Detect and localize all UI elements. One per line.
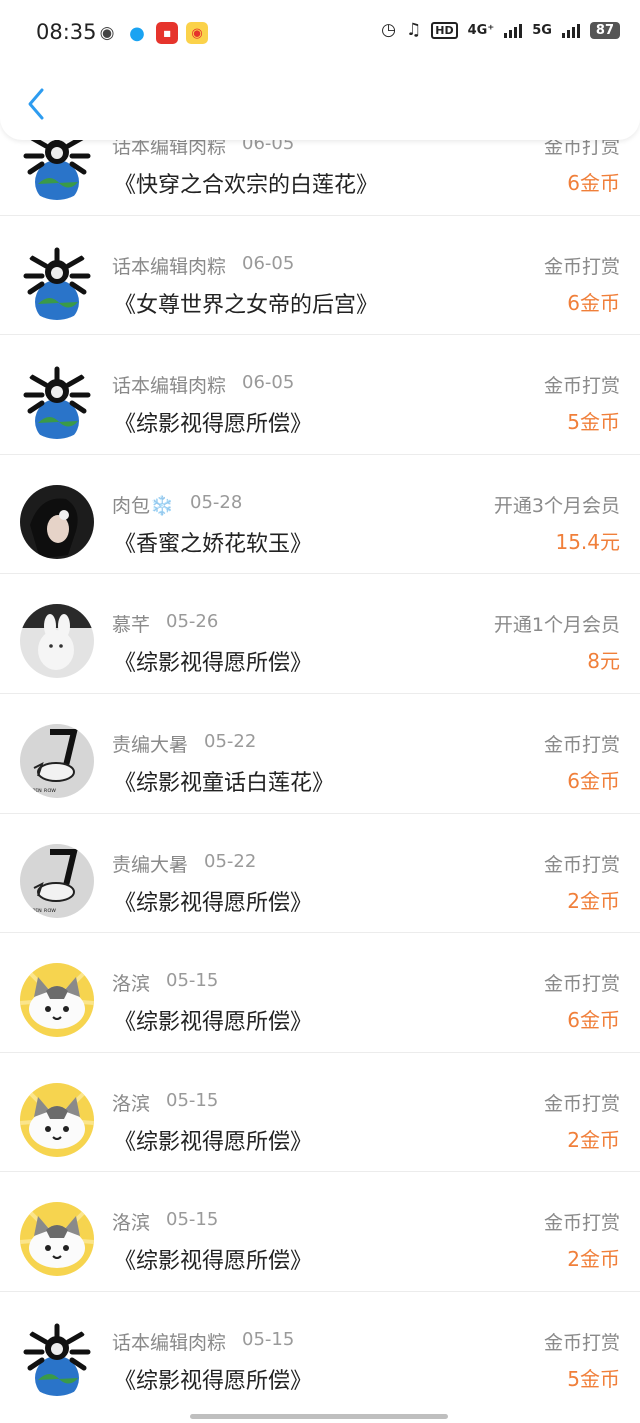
reward-date: 05-22 (204, 730, 257, 752)
avatar[interactable]: ɑɪɴ ʀɑᴡ (20, 723, 94, 798)
avatar[interactable] (20, 604, 94, 679)
avatar[interactable] (20, 1321, 94, 1396)
alarm-icon: ◷ (381, 20, 397, 40)
author-name: 话本编辑肉粽 (112, 375, 227, 398)
list-item[interactable]: ɑɪɴ ʀɑᴡ 责编大暑 05-22 《综影视童话白莲花》 金币打赏 6金币 (0, 694, 640, 814)
notification-icons: ◉ ● ■ ◉ (96, 22, 208, 44)
reward-list: 话本编辑肉粽 06-05 《快穿之合欢宗的白莲花》 金币打赏 6金币 话本编辑肉粽 06-0… (0, 96, 640, 1412)
author-name: 话本编辑肉粽 (112, 1331, 227, 1354)
reward-date: 05-28 (190, 491, 243, 513)
reward-amount: 2金币 (567, 888, 620, 913)
avatar[interactable] (20, 1202, 94, 1277)
list-item[interactable]: 话本编辑肉粽 05-15 《综影视得愿所偿》 金币打赏 5金币 (0, 1292, 640, 1412)
reward-type: 金币打赏 (543, 375, 620, 398)
list-item[interactable]: 洛滨 05-15 《综影视得愿所偿》 金币打赏 2金币 (0, 1053, 640, 1173)
book-title[interactable]: 《综影视得愿所偿》 (114, 645, 312, 677)
book-title[interactable]: 《综影视得愿所偿》 (114, 1243, 312, 1275)
book-title[interactable]: 《香蜜之娇花软玉》 (114, 526, 312, 558)
weibo-icon: ◉ (186, 22, 208, 44)
reward-date: 05-15 (242, 1328, 295, 1350)
list-item[interactable]: 洛滨 05-15 《综影视得愿所偿》 金币打赏 2金币 (0, 1172, 640, 1292)
list-item[interactable]: 洛滨 05-15 《综影视得愿所偿》 金币打赏 6金币 (0, 933, 640, 1053)
qq-icon: ● (129, 22, 145, 44)
reward-date: 05-15 (166, 970, 219, 992)
author-name: 话本编辑肉粽 (112, 255, 227, 278)
avatar[interactable] (20, 1082, 94, 1157)
wechat-icon: ◉ (99, 23, 115, 43)
reward-type: 开通1个月会员 (493, 614, 620, 637)
reward-amount: 5金币 (567, 1366, 620, 1391)
reward-date: 05-26 (166, 611, 219, 633)
author-name: 洛滨 (112, 1212, 151, 1235)
status-indicators: ◷ ♫ HD 4G⁺ 5G 87 (381, 20, 620, 40)
author-name: 慕芊 (112, 614, 151, 637)
reward-date: 06-05 (242, 252, 295, 274)
signal-4g-icon (504, 22, 523, 38)
reward-amount: 6金币 (567, 171, 620, 195)
avatar[interactable] (20, 963, 94, 1038)
book-title[interactable]: 《综影视得愿所偿》 (114, 406, 312, 438)
list-item[interactable]: 慕芊 05-26 《综影视得愿所偿》 开通1个月会员 8元 (0, 574, 640, 694)
reward-type: 金币打赏 (543, 1092, 620, 1115)
reward-date: 05-15 (166, 1209, 219, 1231)
signal-5g-icon (561, 22, 580, 38)
reward-amount: 6金币 (567, 768, 620, 793)
battery-indicator: 87 (589, 21, 620, 39)
avatar[interactable] (20, 365, 94, 440)
reward-type: 金币打赏 (543, 1331, 620, 1354)
reward-amount: 6金币 (567, 1008, 620, 1033)
avatar[interactable] (20, 484, 94, 559)
svg-text:ɑɪɴ ʀɑᴡ: ɑɪɴ ʀɑᴡ (32, 787, 56, 794)
hd-badge: HD (431, 21, 458, 39)
reward-amount: 6金币 (567, 290, 620, 315)
book-title[interactable]: 《快穿之合欢宗的白莲花》 (114, 167, 378, 199)
reward-type: 金币打赏 (543, 733, 620, 756)
status-bar: 08:35 ◉ ● ■ ◉ ◷ ♫ HD 4G⁺ 5G 87 (0, 0, 640, 68)
status-time: 08:35 (36, 20, 97, 44)
svg-text:ɑɪɴ ʀɑᴡ: ɑɪɴ ʀɑᴡ (32, 907, 56, 914)
home-indicator[interactable] (190, 1414, 448, 1419)
author-name: 肉包❄️ (112, 494, 174, 517)
mute-bell-icon: ♫ (406, 20, 422, 40)
nav-bar (0, 68, 640, 140)
reward-type: 金币打赏 (543, 973, 620, 996)
book-title[interactable]: 《综影视得愿所偿》 (114, 1004, 312, 1036)
red-app-icon: ■ (156, 22, 178, 44)
reward-type: 金币打赏 (543, 255, 620, 278)
author-name: 洛滨 (112, 973, 151, 996)
back-button[interactable] (20, 82, 56, 126)
book-title[interactable]: 《综影视得愿所偿》 (114, 885, 312, 917)
reward-type: 金币打赏 (543, 853, 620, 876)
reward-date: 06-05 (242, 372, 295, 394)
reward-type: 开通3个月会员 (493, 494, 620, 517)
list-item[interactable]: ɑɪɴ ʀɑᴡ 责编大暑 05-22 《综影视得愿所偿》 金币打赏 2金币 (0, 814, 640, 934)
reward-date: 05-22 (204, 850, 257, 872)
reward-type: 金币打赏 (543, 1212, 620, 1235)
network-5g: 5G (532, 22, 552, 38)
author-name: 洛滨 (112, 1092, 151, 1115)
avatar[interactable]: ɑɪɴ ʀɑᴡ (20, 843, 94, 918)
reward-date: 05-15 (166, 1089, 219, 1111)
chevron-left-icon (28, 88, 44, 120)
network-4g: 4G⁺ (467, 22, 495, 38)
author-name: 责编大暑 (112, 853, 189, 876)
list-item[interactable]: 话本编辑肉粽 06-05 《女尊世界之女帝的后宫》 金币打赏 6金币 (0, 216, 640, 336)
reward-amount: 15.4元 (555, 529, 620, 554)
book-title[interactable]: 《女尊世界之女帝的后宫》 (114, 287, 378, 319)
list-item[interactable]: 话本编辑肉粽 06-05 《综影视得愿所偿》 金币打赏 5金币 (0, 335, 640, 455)
book-title[interactable]: 《综影视得愿所偿》 (114, 1363, 312, 1395)
reward-amount: 5金币 (567, 410, 620, 435)
book-title[interactable]: 《综影视童话白莲花》 (114, 765, 334, 797)
avatar[interactable] (20, 245, 94, 320)
reward-amount: 2金币 (567, 1247, 620, 1272)
reward-amount: 2金币 (567, 1127, 620, 1152)
reward-amount: 8元 (587, 649, 620, 674)
author-name: 责编大暑 (112, 733, 189, 756)
book-title[interactable]: 《综影视得愿所偿》 (114, 1124, 312, 1156)
list-item[interactable]: 肉包❄️ 05-28 《香蜜之娇花软玉》 开通3个月会员 15.4元 (0, 455, 640, 575)
